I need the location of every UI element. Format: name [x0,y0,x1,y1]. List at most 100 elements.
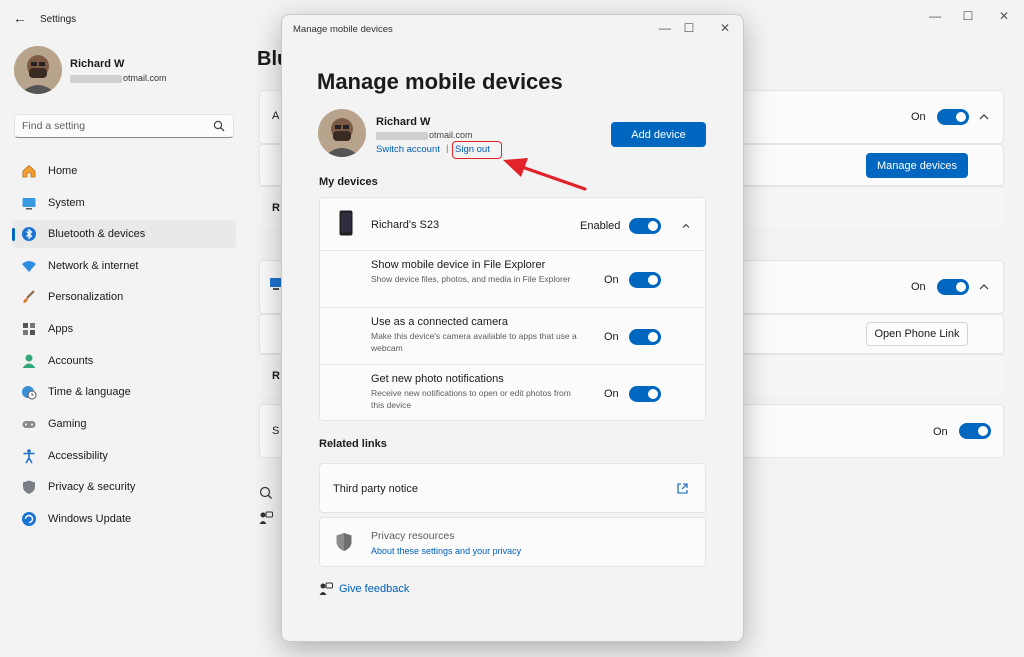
sidebar-item-personalization[interactable]: Personalization [12,283,236,311]
settings-window-title: Settings [40,14,77,25]
row-divider [320,364,705,365]
manage-mobile-devices-dialog: Manage mobile devices — ☐ ✕ Manage mobil… [281,14,744,642]
phone-link-state-label: On [911,281,926,293]
profile-name: Richard W [70,58,125,70]
search-box[interactable] [14,114,234,138]
card-label-fragment: A [272,110,280,122]
sidebar-item-gaming[interactable]: Gaming [12,410,236,438]
dialog-window-title: Manage mobile devices [293,24,393,35]
option-title: Use as a connected camera [371,316,508,328]
device-name: Richard's S23 [371,219,440,231]
third-party-notice-link[interactable]: Third party notice [319,463,706,513]
connected-camera-toggle[interactable] [629,329,661,345]
sidebar-item-label: Personalization [48,291,124,303]
globe-clock-icon [22,386,37,400]
sidebar-item-apps[interactable]: Apps [12,315,236,343]
option-state-label: On [604,331,619,343]
home-icon [22,164,36,178]
card-label-fragment: R [272,370,280,382]
sidebar-item-label: Apps [48,323,74,335]
phone-link-toggle[interactable] [937,279,969,295]
switch-account-link[interactable]: Switch account [376,144,440,155]
shield-icon [336,533,352,551]
sidebar-item-label: Bluetooth & devices [48,228,146,240]
feedback-icon[interactable] [259,511,273,525]
gamepad-icon [22,421,36,428]
redaction-blur [376,131,428,140]
sidebar-item-accessibility[interactable]: Accessibility [12,442,236,470]
file-explorer-toggle[interactable] [629,272,661,288]
manage-devices-button[interactable]: Manage devices [866,153,968,178]
option-state-label: On [604,388,619,400]
sidebar-item-accounts[interactable]: Accounts [12,347,236,375]
sidebar-item-label: Accounts [48,355,94,367]
dialog-heading: Manage mobile devices [317,69,563,94]
sidebar-item-label: Gaming [48,418,87,430]
sidebar-item-time-language[interactable]: Time & language [12,378,236,406]
card-label-fragment: S [272,425,280,437]
option-state-label: On [604,274,619,286]
sidebar-item-system[interactable]: System [12,189,236,217]
third-setting-state-label: On [933,426,948,438]
row-divider [320,307,705,308]
privacy-link[interactable]: About these settings and your privacy [371,546,521,556]
privacy-resources-card: Privacy resources About these settings a… [319,517,706,567]
annotation-arrow-icon [503,158,587,191]
help-icon[interactable] [259,486,273,500]
maximize-icon[interactable]: ☐ [678,19,700,37]
bluetooth-state-label: On [911,111,926,123]
minimize-icon[interactable]: — [654,19,676,37]
chevron-up-icon[interactable] [680,220,692,232]
card-label-fragment: R [272,202,280,214]
sidebar-item-label: Home [48,165,78,177]
add-device-button[interactable]: Add device [611,122,706,147]
apps-icon [23,323,35,335]
chevron-up-icon[interactable] [978,111,990,123]
sidebar-item-label: Network & internet [48,260,139,272]
close-icon[interactable]: ✕ [993,6,1015,26]
back-arrow-icon[interactable]: ← [12,10,28,26]
sidebar-item-label: Time & language [48,386,131,398]
minimize-icon[interactable]: — [924,6,946,26]
avatar [318,109,366,157]
avatar[interactable] [14,46,62,94]
maximize-icon[interactable]: ☐ [957,6,979,26]
bluetooth-toggle[interactable] [937,109,969,125]
phone-icon [339,210,353,236]
photo-notifications-toggle[interactable] [629,386,661,402]
device-enabled-toggle[interactable] [629,218,661,234]
accessibility-icon [23,449,35,464]
my-devices-label: My devices [319,176,378,188]
device-card: Richard's S23 Enabled Show mobile device… [319,197,706,421]
person-icon [22,354,36,368]
active-indicator [12,228,15,241]
search-icon[interactable] [213,120,225,132]
related-links-label: Related links [319,438,387,450]
sidebar-item-label: System [48,197,85,209]
sidebar-item-label: Privacy & security [48,481,136,493]
privacy-resources-title: Privacy resources [371,530,455,542]
chevron-up-icon[interactable] [978,281,990,293]
search-input[interactable] [22,115,212,137]
sidebar-item-bluetooth[interactable]: Bluetooth & devices [12,220,236,248]
third-setting-toggle[interactable] [959,423,991,439]
external-link-icon [677,483,688,494]
system-icon [22,198,36,210]
open-phone-link-button[interactable]: Open Phone Link [866,322,968,346]
account-email: otmail.com [376,130,473,140]
feedback-icon [319,582,333,595]
sidebar-item-home[interactable]: Home [12,157,236,185]
close-icon[interactable]: ✕ [714,19,736,37]
wifi-icon [22,261,36,272]
bluetooth-icon [22,227,36,241]
update-icon [22,512,36,526]
sidebar-item-windows-update[interactable]: Windows Update [12,505,236,533]
sidebar-item-network[interactable]: Network & internet [12,252,236,280]
third-party-notice-label: Third party notice [333,483,418,495]
row-divider [320,250,705,251]
profile-email: otmail.com [70,73,167,83]
link-separator: | [446,143,449,154]
give-feedback-link[interactable]: Give feedback [339,583,409,595]
option-title: Get new photo notifications [371,373,504,385]
sidebar-item-privacy[interactable]: Privacy & security [12,473,236,501]
